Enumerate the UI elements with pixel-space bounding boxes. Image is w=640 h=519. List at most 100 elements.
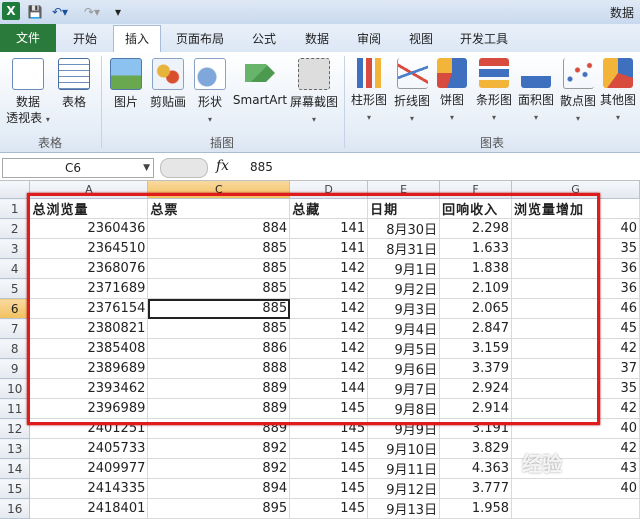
row-header[interactable]: 8 [0,338,31,359]
tab-data[interactable]: 数据 [294,26,340,52]
pivot-table-icon [12,58,44,90]
data-cell[interactable]: 145 [289,458,369,479]
annotation-highlight-box [27,193,600,425]
tab-review[interactable]: 审阅 [346,26,392,52]
data-cell[interactable]: 895 [147,498,291,519]
row-header[interactable]: 3 [0,238,31,259]
clipart-label: 剪贴画 [149,95,186,109]
name-box[interactable]: C6 ▼ [2,158,154,178]
data-cell[interactable]: 145 [289,498,369,519]
customize-qat-icon[interactable]: ▾ [112,3,124,21]
data-cell[interactable]: 1.958 [439,498,513,519]
row-header[interactable]: 12 [0,418,31,439]
data-cell[interactable]: 145 [289,438,369,459]
row-header[interactable]: 1 [0,198,31,219]
row-header[interactable]: 16 [0,498,31,519]
row-header[interactable]: 2 [0,218,31,239]
other-chart-button[interactable]: 其他图 ▾ [596,58,640,126]
scatter-chart-button[interactable]: 散点图 ▾ [554,58,602,127]
pie-chart-button[interactable]: 饼图 ▾ [428,58,476,126]
data-cell[interactable]: 4.363 [439,458,513,479]
tab-formulas[interactable]: 公式 [240,26,288,52]
line-chart-dropdown-icon: ▾ [409,114,414,123]
data-cell[interactable]: 2414335 [29,478,149,499]
shapes-dropdown-icon: ▾ [207,115,212,124]
data-cell[interactable]: 9月12日 [367,478,441,499]
scatter-chart-dropdown-icon: ▾ [575,114,580,123]
pivot-table-button[interactable]: 数据 透视表 ▾ [4,58,52,128]
smartart-button[interactable]: SmartArt [232,58,288,108]
row-header[interactable]: 9 [0,358,31,379]
data-cell[interactable]: 3.777 [439,478,513,499]
tab-view[interactable]: 视图 [398,26,444,52]
row-header-selected[interactable]: 6 [0,298,31,319]
table-row: 15 2414335 894 145 9月12日 3.777 40 [0,478,640,499]
picture-label: 图片 [113,95,138,109]
row-header[interactable]: 5 [0,278,31,299]
row-header[interactable]: 15 [0,478,31,499]
other-chart-label-text: 其他图 [599,93,636,107]
pie-chart-label: 饼图 ▾ [428,92,476,126]
area-chart-button[interactable]: 面积图 ▾ [512,58,560,126]
tab-developer[interactable]: 开发工具 [452,26,516,52]
scatter-chart-label: 散点图 ▾ [554,93,602,127]
data-cell[interactable]: 894 [147,478,291,499]
column-chart-button[interactable]: 柱形图 ▾ [345,58,393,126]
tab-file[interactable]: 文件 [0,24,56,52]
watermark: 经验 [522,452,562,476]
data-cell[interactable]: 9月13日 [367,498,441,519]
column-chart-icon [354,58,384,88]
data-cell[interactable]: 3.829 [439,438,513,459]
data-cell[interactable]: 40 [511,478,640,499]
data-cell[interactable]: 9月10日 [367,438,441,459]
row-header[interactable]: 10 [0,378,31,399]
picture-button[interactable]: 图片 [102,58,150,110]
bar-chart-button[interactable]: 条形图 ▾ [470,58,518,126]
pie-chart-label-text: 饼图 [439,93,464,107]
smartart-label: SmartArt [232,93,288,107]
data-cell[interactable]: 9月11日 [367,458,441,479]
data-cell[interactable]: 892 [147,458,291,479]
insert-function-icon[interactable]: fx [216,158,229,174]
excel-logo-icon[interactable]: X [2,2,20,20]
data-cell[interactable]: 145 [289,478,369,499]
row-header[interactable]: 14 [0,458,31,479]
ribbon-tab-bar: 文件 开始 插入 页面布局 公式 数据 审阅 视图 开发工具 [0,24,640,54]
area-chart-icon [521,61,551,88]
chevron-down-icon[interactable]: ▼ [143,159,150,177]
pie-chart-icon [437,58,467,88]
area-chart-label: 面积图 ▾ [512,92,560,126]
select-all-corner[interactable] [0,181,31,199]
screenshot-button[interactable]: 屏幕截图 ▾ [288,58,340,128]
row-header[interactable]: 4 [0,258,31,279]
save-icon[interactable]: 💾 [26,3,44,21]
window-title: 数据 [609,6,634,20]
other-chart-label: 其他图 ▾ [596,92,640,126]
data-cell[interactable]: 892 [147,438,291,459]
line-chart-label-text: 折线图 [393,94,430,108]
data-cell[interactable] [511,498,640,519]
tab-home[interactable]: 开始 [60,26,110,52]
undo-icon[interactable]: ↶▾ [50,3,70,21]
formula-input[interactable]: 885 [250,160,273,174]
group-label-charts: 图表 [479,136,504,150]
scatter-chart-label-text: 散点图 [559,94,596,108]
group-label-tables: 表格 [37,136,62,150]
data-cell[interactable]: 2405733 [29,438,149,459]
clipart-button[interactable]: 剪贴画 [144,58,192,110]
data-cell[interactable]: 2418401 [29,498,149,519]
shapes-button[interactable]: 形状 ▾ [186,58,234,128]
name-box-value: C6 [65,161,82,175]
data-cell[interactable]: 2409977 [29,458,149,479]
redo-icon[interactable]: ↷▾ [82,3,102,21]
row-header[interactable]: 11 [0,398,31,419]
tab-page-layout[interactable]: 页面布局 [168,26,232,52]
formula-bar-handle [160,158,208,178]
bar-chart-label-text: 条形图 [475,93,512,107]
table-button[interactable]: 表格 [50,58,98,110]
shapes-label: 形状 ▾ [186,94,234,128]
row-header[interactable]: 13 [0,438,31,459]
tab-insert[interactable]: 插入 [113,25,161,54]
row-header[interactable]: 7 [0,318,31,339]
pivot-table-label: 数据 透视表 ▾ [6,95,50,125]
